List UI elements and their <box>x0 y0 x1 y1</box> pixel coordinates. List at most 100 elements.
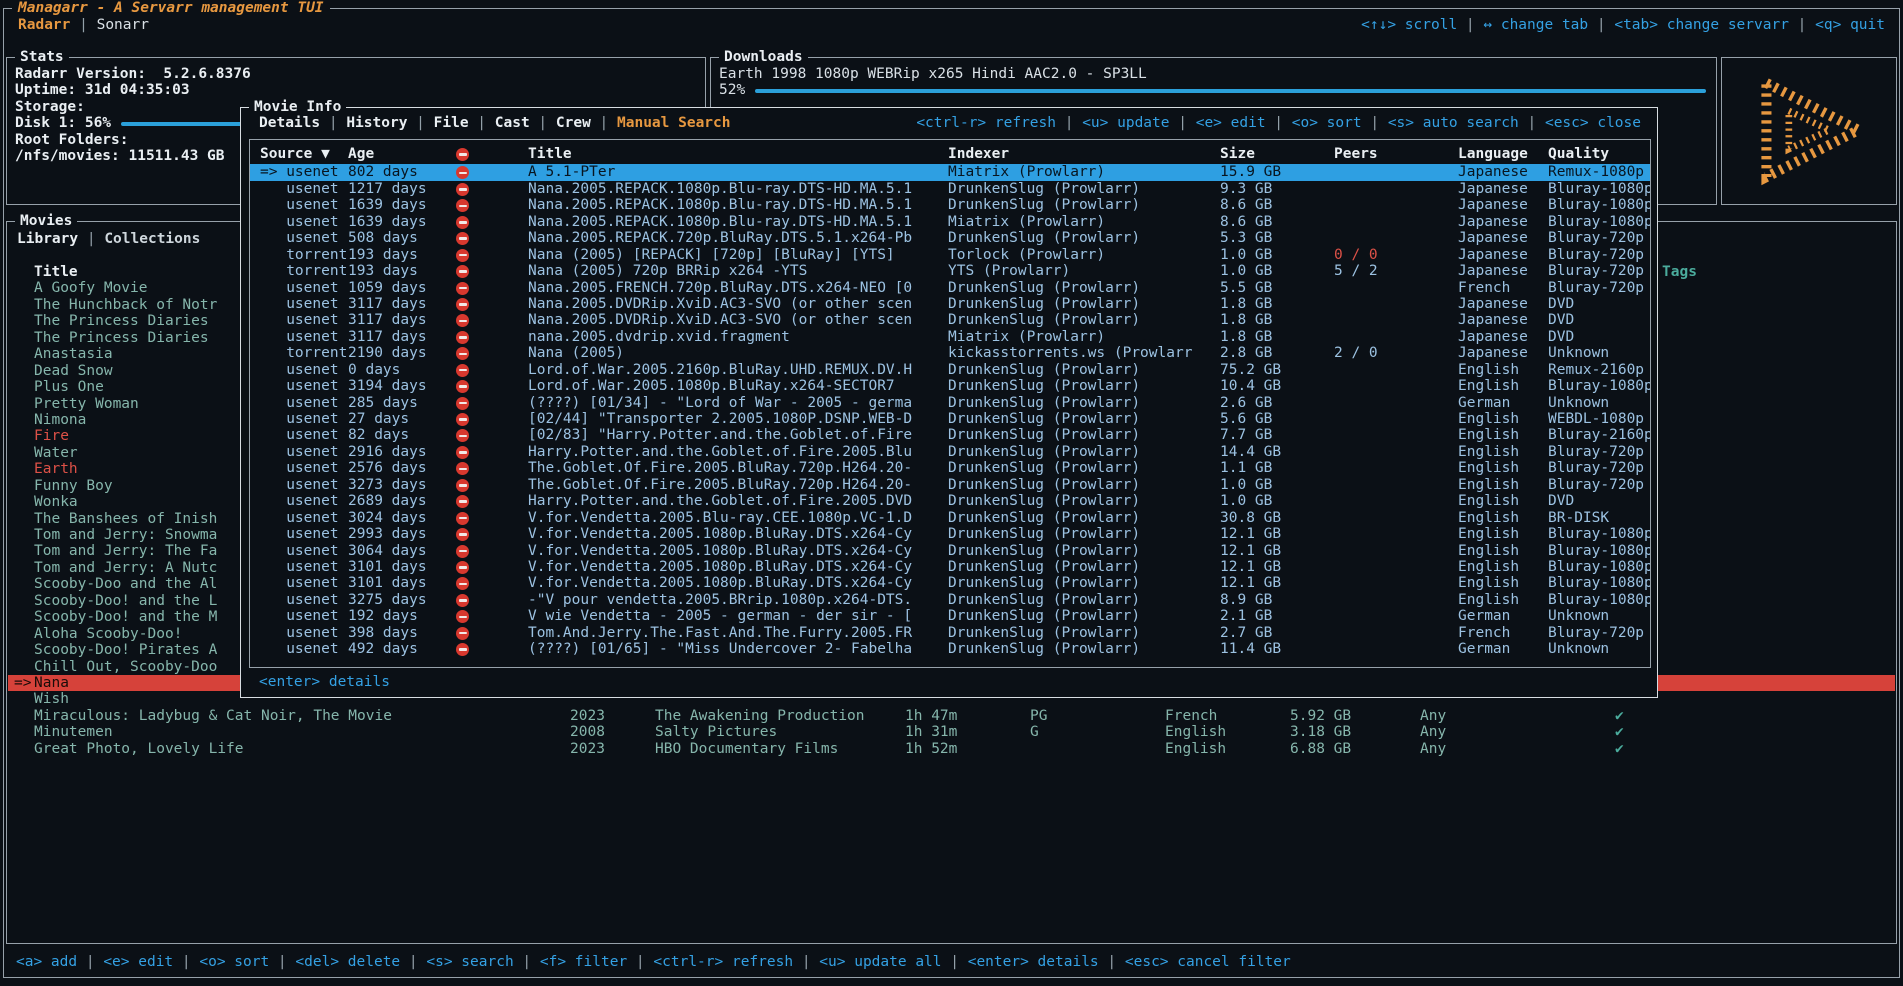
release-size: 2.1 GB <box>1220 608 1334 625</box>
release-row[interactable]: usenet2916 daysHarry.Potter.and.the.Gobl… <box>250 444 1650 460</box>
release-row[interactable]: usenet3117 daysNana.2005.DVDRip.XviD.AC3… <box>250 312 1650 328</box>
release-row[interactable]: usenet492 days(????) [01/65] - "Miss Und… <box>250 641 1650 657</box>
release-indexer: DrunkenSlug (Prowlarr) <box>948 575 1220 592</box>
selection-indicator <box>8 330 34 346</box>
release-row[interactable]: usenet1217 daysNana.2005.REPACK.1080p.Bl… <box>250 181 1650 197</box>
release-row[interactable]: usenet285 days(????) [01/34] - "Lord of … <box>250 395 1650 411</box>
tab-radarr[interactable]: Radarr <box>18 17 70 33</box>
tab-collections[interactable]: Collections <box>104 231 200 247</box>
release-age: 3117 days <box>348 312 456 329</box>
release-peers <box>1334 460 1458 477</box>
release-row[interactable]: => usenet802 daysA 5.1-PTerMiatrix (Prow… <box>250 164 1650 180</box>
movie-row[interactable]: Great Photo, Lovely Life2023HBO Document… <box>8 741 1895 757</box>
logo-panel <box>1721 57 1897 205</box>
search-column-header: Quality <box>1548 146 1650 163</box>
release-row[interactable]: torrent2190 daysNana (2005)kickasstorren… <box>250 345 1650 361</box>
release-row[interactable]: torrent193 daysNana (2005) [REPACK] [720… <box>250 247 1650 263</box>
movie-runtime: 1h 31m <box>905 724 1030 740</box>
rejected-icon <box>456 380 469 393</box>
release-row[interactable]: usenet3024 daysV.for.Vendetta.2005.Blu-r… <box>250 510 1650 526</box>
download-progress-bar <box>755 89 1706 93</box>
rejected-icon <box>456 312 528 329</box>
release-row[interactable]: usenet398 daysTom.And.Jerry.The.Fast.And… <box>250 625 1650 641</box>
release-indexer: DrunkenSlug (Prowlarr) <box>948 625 1220 642</box>
tab-details[interactable]: Details <box>259 115 320 131</box>
release-indexer: DrunkenSlug (Prowlarr) <box>948 197 1220 214</box>
movie-row[interactable]: Minutemen2008Salty Pictures1h 31mGEnglis… <box>8 724 1895 740</box>
rejected-icon <box>456 282 469 295</box>
release-source: usenet <box>260 197 348 214</box>
tab-history[interactable]: History <box>346 115 407 131</box>
rejected-icon <box>456 495 469 508</box>
tab-sonarr[interactable]: Sonarr <box>97 17 149 33</box>
release-age: 2576 days <box>348 460 456 477</box>
movie-row[interactable]: Miraculous: Ladybug & Cat Noir, The Movi… <box>8 708 1895 724</box>
release-row[interactable]: usenet1059 daysNana.2005.FRENCH.720p.Blu… <box>250 280 1650 296</box>
release-row[interactable]: usenet3101 daysV.for.Vendetta.2005.1080p… <box>250 559 1650 575</box>
release-row[interactable]: usenet0 daysLord.of.War.2005.2160p.BluRa… <box>250 362 1650 378</box>
monitored-icon: ✔ <box>1615 724 1662 740</box>
release-row[interactable]: usenet2576 daysThe.Goblet.Of.Fire.2005.B… <box>250 460 1650 476</box>
release-peers <box>1334 312 1458 329</box>
release-row[interactable]: usenet2993 daysV.for.Vendetta.2005.1080p… <box>250 526 1650 542</box>
release-row[interactable]: usenet3275 days-"V pour vendetta.2005.BR… <box>250 592 1650 608</box>
release-language: English <box>1458 362 1548 379</box>
movies-tabs: Library | Collections <box>17 231 200 247</box>
movie-info-modal: Movie Info Details | History | File | Ca… <box>240 107 1658 698</box>
release-source: usenet <box>260 214 348 231</box>
release-row[interactable]: usenet3101 daysV.for.Vendetta.2005.1080p… <box>250 575 1650 591</box>
movie-title: Great Photo, Lovely Life <box>34 741 570 757</box>
release-row[interactable]: usenet3064 daysV.for.Vendetta.2005.1080p… <box>250 543 1650 559</box>
tab-file[interactable]: File <box>434 115 469 131</box>
release-age: 3064 days <box>348 543 456 560</box>
release-peers <box>1334 395 1458 412</box>
release-age: 193 days <box>348 263 456 280</box>
release-row[interactable]: usenet3194 daysLord.of.War.2005.1080p.Bl… <box>250 378 1650 394</box>
release-source: => usenet <box>260 164 348 181</box>
release-row[interactable]: usenet508 daysNana.2005.REPACK.720p.BluR… <box>250 230 1650 246</box>
release-row[interactable]: usenet82 days[02/83] "Harry.Potter.and.t… <box>250 427 1650 443</box>
release-indexer: DrunkenSlug (Prowlarr) <box>948 378 1220 395</box>
release-row[interactable]: usenet2689 daysHarry.Potter.and.the.Gobl… <box>250 493 1650 509</box>
rejected-icon <box>456 643 469 656</box>
release-row[interactable]: usenet1639 daysNana.2005.REPACK.1080p.Bl… <box>250 214 1650 230</box>
tab-cast[interactable]: Cast <box>495 115 530 131</box>
release-peers <box>1334 510 1458 527</box>
release-row[interactable]: usenet192 daysV wie Vendetta - 2005 - ge… <box>250 608 1650 624</box>
tab-crew[interactable]: Crew <box>556 115 591 131</box>
release-age: 3194 days <box>348 378 456 395</box>
keybind-hint: <esc> cancel filter <box>1125 954 1291 970</box>
rejected-icon <box>456 427 528 444</box>
release-indexer: DrunkenSlug (Prowlarr) <box>948 592 1220 609</box>
rejected-icon <box>456 397 469 410</box>
keybind-hint: <enter> details <box>259 674 390 690</box>
selection-indicator <box>8 741 34 757</box>
release-quality: Bluray-1080p <box>1548 559 1650 576</box>
release-language: French <box>1458 280 1548 297</box>
release-row[interactable]: usenet3117 daysnana.2005.dvdrip.xvid.fra… <box>250 329 1650 345</box>
movie-tags <box>1662 412 1895 428</box>
release-row[interactable]: usenet3273 daysThe.Goblet.Of.Fire.2005.B… <box>250 477 1650 493</box>
selection-indicator <box>8 297 34 313</box>
release-age: 0 days <box>348 362 456 379</box>
release-row[interactable]: usenet1639 daysNana.2005.REPACK.1080p.Bl… <box>250 197 1650 213</box>
release-peers: 5 / 2 <box>1334 263 1458 280</box>
tab-manual-search[interactable]: Manual Search <box>617 115 731 131</box>
tab-library[interactable]: Library <box>17 231 78 247</box>
release-peers <box>1334 526 1458 543</box>
release-row[interactable]: usenet27 days[02/44] "Transporter 2.2005… <box>250 411 1650 427</box>
release-language: English <box>1458 575 1548 592</box>
release-language: English <box>1458 493 1548 510</box>
release-language: Japanese <box>1458 345 1548 362</box>
release-indexer: Torlock (Prowlarr) <box>948 247 1220 264</box>
release-source: usenet <box>260 592 348 609</box>
movie-tags <box>1662 445 1895 461</box>
download-progress: 52% <box>719 82 1706 98</box>
movie-tags <box>1662 280 1895 296</box>
bottom-keybinds: <a> add | <e> edit | <o> sort | <del> de… <box>16 954 1291 970</box>
release-quality: Bluray-720p <box>1548 625 1650 642</box>
release-row[interactable]: usenet3117 daysNana.2005.DVDRip.XviD.AC3… <box>250 296 1650 312</box>
release-quality: DVD <box>1548 296 1650 313</box>
release-row[interactable]: torrent193 daysNana (2005) 720p BRRip x2… <box>250 263 1650 279</box>
radarr-version: Radarr Version: 5.2.6.8376 <box>15 66 695 82</box>
